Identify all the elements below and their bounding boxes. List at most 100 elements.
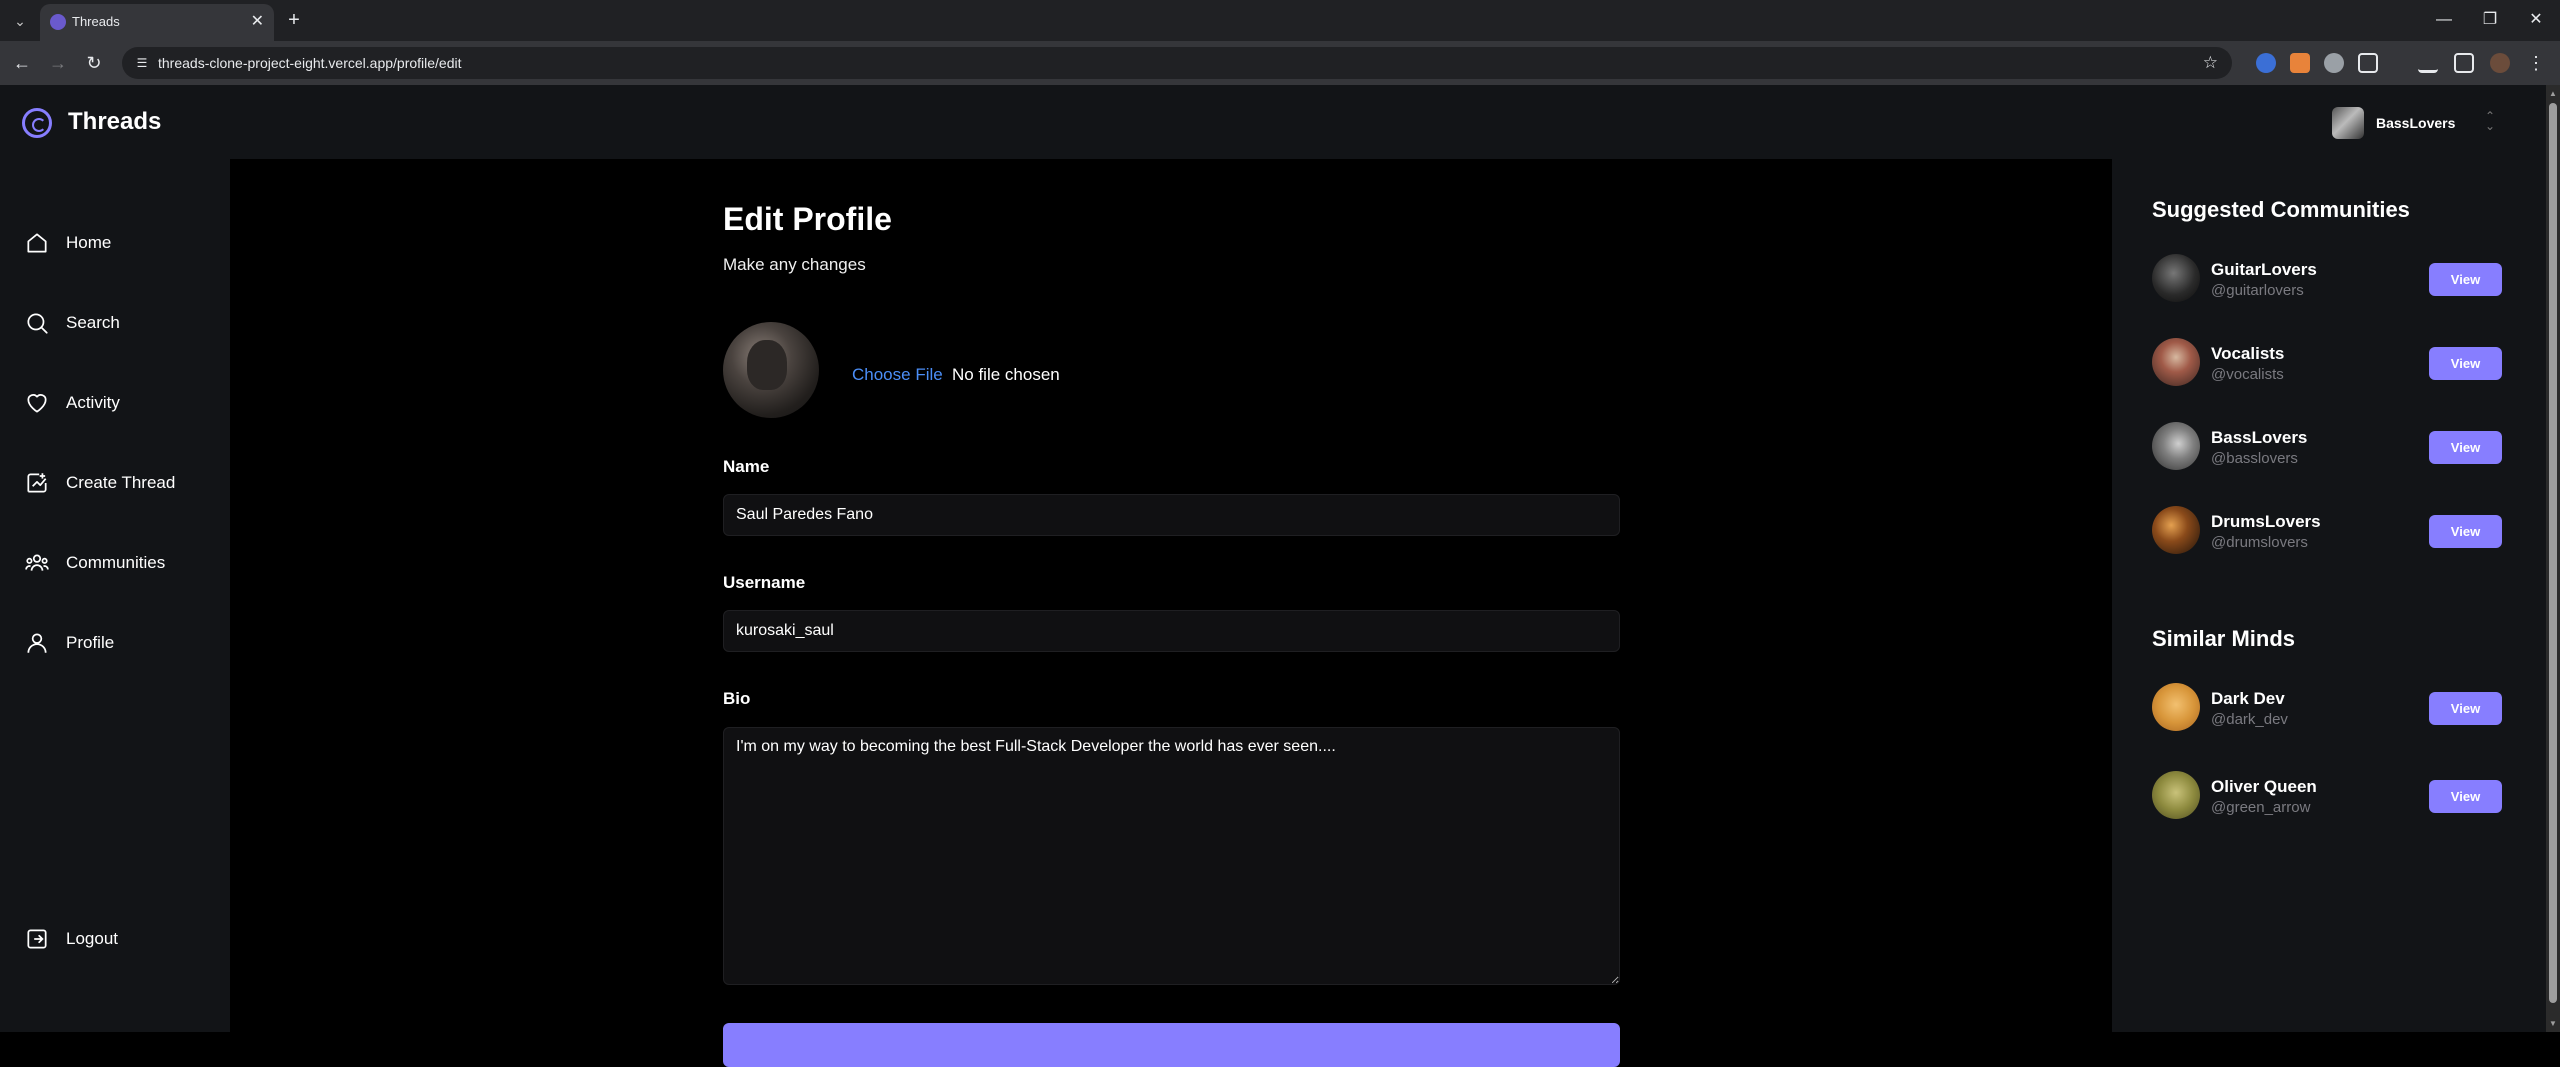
sidebar-item-activity[interactable]: Activity: [24, 381, 214, 425]
sidebar-item-label: Activity: [66, 393, 120, 412]
bio-label: Bio: [723, 689, 751, 708]
left-sidebar: Home Search Activity Create Thread Commu…: [0, 159, 230, 1032]
sidebar-item-search[interactable]: Search: [24, 301, 214, 345]
view-community-button[interactable]: View: [2429, 515, 2502, 548]
community-avatar: [2152, 506, 2200, 554]
browser-tab-bar: ⌄ Threads ✕ + — ❐ ✕: [0, 0, 2560, 41]
forward-icon[interactable]: →: [46, 51, 70, 75]
view-community-button[interactable]: View: [2429, 431, 2502, 464]
logout-label: Logout: [66, 929, 118, 948]
threads-favicon-icon: [50, 14, 66, 30]
home-icon: [27, 233, 47, 253]
username-field[interactable]: [723, 610, 1620, 652]
user-avatar: [2152, 683, 2200, 731]
profile-avatar-icon[interactable]: [2490, 53, 2510, 73]
sidebar-item-create-thread[interactable]: Create Thread: [24, 461, 214, 505]
page-scrollbar[interactable]: ▲ ▼: [2546, 85, 2560, 1032]
new-tab-icon[interactable]: +: [282, 8, 306, 32]
community-card: DrumsLovers @drumslovers View: [2152, 504, 2502, 556]
community-handle: @guitarlovers: [2211, 282, 2304, 299]
user-handle: @green_arrow: [2211, 799, 2311, 816]
sidebar-item-profile[interactable]: Profile: [24, 621, 214, 665]
user-handle: @dark_dev: [2211, 711, 2288, 728]
right-sidebar: Suggested Communities GuitarLovers @guit…: [2112, 159, 2546, 1032]
communities-icon: [25, 554, 49, 571]
downloads-icon[interactable]: [2418, 53, 2438, 73]
tab-title: Threads: [72, 14, 120, 29]
community-handle: @basslovers: [2211, 450, 2298, 467]
logout-button[interactable]: Logout: [24, 917, 214, 961]
url-text: threads-clone-project-eight.vercel.app/p…: [158, 55, 462, 71]
name-label: Name: [723, 457, 770, 476]
chevron-up-down-icon[interactable]: ⌃ ⌄: [2484, 110, 2496, 132]
search-icon: [27, 313, 48, 334]
close-tab-icon[interactable]: ✕: [251, 12, 264, 32]
extensions-puzzle-icon[interactable]: [2358, 53, 2378, 73]
suggested-communities-title: Suggested Communities: [2152, 197, 2410, 222]
community-avatar: [2152, 422, 2200, 470]
view-user-button[interactable]: View: [2429, 780, 2502, 813]
threads-app: Threads BassLovers ⌃ ⌄ Home Search Activi…: [0, 85, 2546, 1067]
close-window-icon[interactable]: ✕: [2524, 8, 2548, 32]
community-name: Vocalists: [2211, 344, 2285, 363]
sidebar-item-label: Create Thread: [66, 473, 176, 492]
view-community-button[interactable]: View: [2429, 263, 2502, 296]
user-card: Oliver Queen @green_arrow View: [2152, 769, 2502, 821]
grammar-extension-icon[interactable]: [2324, 53, 2344, 73]
restore-icon[interactable]: ❐: [2478, 8, 2502, 32]
minimize-icon[interactable]: —: [2432, 8, 2456, 32]
current-user-name: BassLovers: [2376, 115, 2456, 131]
user-card: Dark Dev @dark_dev View: [2152, 681, 2502, 733]
create-thread-icon: [27, 473, 47, 493]
metamask-extension-icon[interactable]: [2290, 53, 2310, 73]
community-handle: @vocalists: [2211, 366, 2284, 383]
community-name: GuitarLovers: [2211, 260, 2317, 279]
heart-icon: [27, 394, 47, 413]
scrollbar-thumb[interactable]: [2549, 103, 2557, 1003]
logo-text[interactable]: Threads: [68, 108, 161, 136]
back-icon[interactable]: ←: [10, 51, 34, 75]
scroll-down-icon[interactable]: ▼: [2549, 1019, 2557, 1028]
view-community-button[interactable]: View: [2429, 347, 2502, 380]
sidebar-item-communities[interactable]: Communities: [24, 541, 214, 585]
sidebar-item-label: Communities: [66, 553, 166, 572]
community-card: Vocalists @vocalists View: [2152, 336, 2502, 388]
view-user-button[interactable]: View: [2429, 692, 2502, 725]
username-label: Username: [723, 573, 806, 592]
edit-profile-main: Edit Profile Make any changes Choose Fil…: [230, 159, 2112, 1067]
address-bar[interactable]: ☰ threads-clone-project-eight.vercel.app…: [122, 47, 2232, 79]
sidebar-item-label: Search: [66, 313, 120, 332]
user-name: Dark Dev: [2211, 689, 2285, 708]
site-info-icon[interactable]: ☰: [134, 55, 150, 71]
sidebar-item-label: Profile: [66, 633, 115, 652]
community-card: BassLovers @basslovers View: [2152, 420, 2502, 472]
browser-menu-icon[interactable]: ⋮: [2524, 51, 2548, 75]
bio-field[interactable]: I'm on my way to becoming the best Full-…: [723, 727, 1620, 985]
community-avatar: [2152, 338, 2200, 386]
community-name: BassLovers: [2211, 428, 2308, 447]
user-avatar: [2152, 771, 2200, 819]
community-name: DrumsLovers: [2211, 512, 2321, 531]
extension-icon[interactable]: [2256, 53, 2276, 73]
sidebar-item-home[interactable]: Home: [24, 221, 214, 265]
page-title: Edit Profile: [723, 201, 892, 237]
profile-photo: [723, 322, 819, 418]
logout-icon: [27, 929, 47, 949]
submit-button[interactable]: [723, 1023, 1620, 1067]
community-avatar: [2152, 254, 2200, 302]
name-field[interactable]: [723, 494, 1620, 536]
choose-file-button[interactable]: Choose File: [852, 365, 943, 385]
file-status-text: No file chosen: [952, 365, 1060, 384]
browser-tab[interactable]: Threads ✕: [40, 4, 274, 41]
threads-logo-icon[interactable]: [22, 108, 52, 138]
reload-icon[interactable]: ↻: [82, 51, 106, 75]
community-handle: @drumslovers: [2211, 534, 2308, 551]
user-icon: [27, 633, 47, 653]
tab-search-icon[interactable]: ⌄: [9, 10, 31, 32]
avatar: [2332, 107, 2364, 139]
scroll-up-icon[interactable]: ▲: [2549, 89, 2557, 98]
bookmark-star-icon[interactable]: ☆: [2203, 53, 2218, 73]
browser-toolbar: ← → ↻ ☰ threads-clone-project-eight.verc…: [0, 41, 2560, 85]
sidebar-item-label: Home: [66, 233, 112, 252]
side-panel-icon[interactable]: [2454, 53, 2474, 73]
